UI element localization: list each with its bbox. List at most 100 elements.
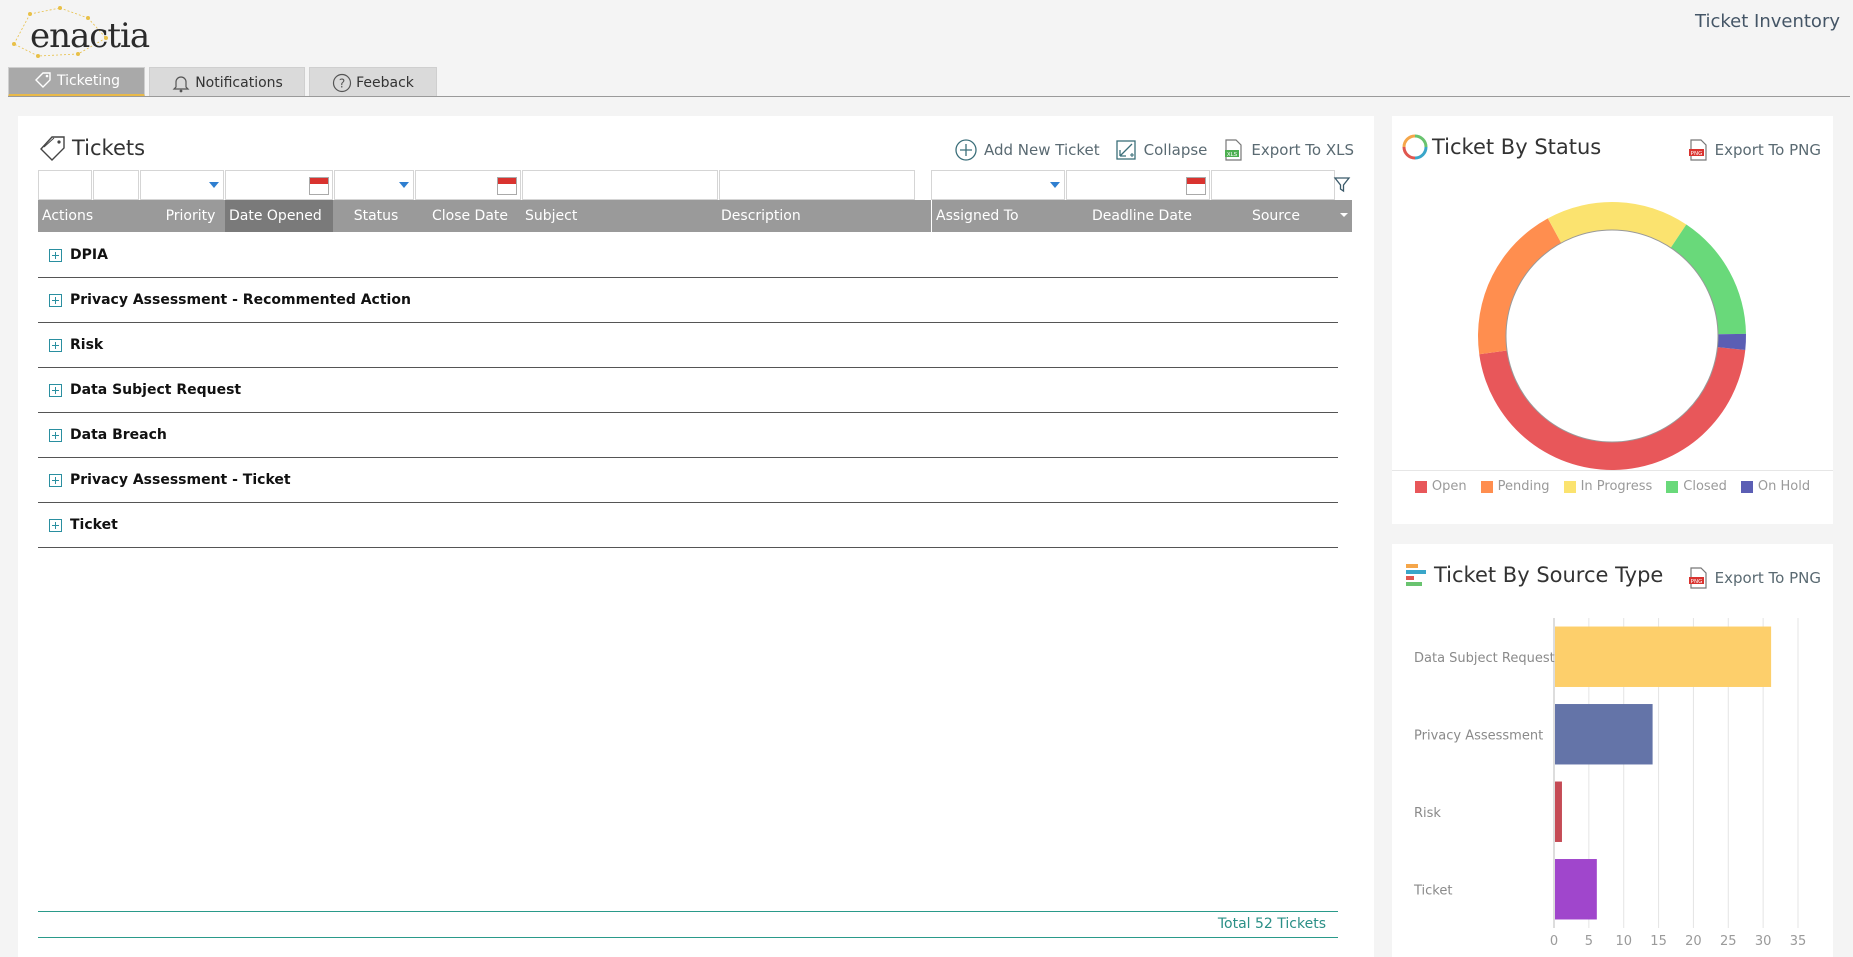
legend-label: On Hold [1757,479,1811,494]
expand-icon[interactable] [49,428,62,442]
group-row-ticket[interactable]: Ticket [38,503,1338,548]
svg-text:?: ? [339,76,345,90]
donut-slice-pending[interactable] [1478,218,1562,355]
help-icon: ? [332,73,352,92]
source-chart-title: Ticket By Source Type [1404,562,1663,588]
column-status[interactable]: Status [333,200,415,232]
export-xls-label: Export To XLS [1251,141,1354,159]
legend-swatch [1563,480,1576,493]
enactia-logo: enactia [8,4,150,58]
main-tabs: Ticketing Notifications ? Feeback [8,67,437,97]
column-header-row: Actions Priority Date Opened Status Clos… [38,200,1352,247]
legend-item-pending[interactable]: Pending [1480,479,1550,494]
expand-icon[interactable] [49,383,62,397]
tabs-divider [8,96,1850,97]
group-label: DPIA [70,247,108,263]
legend-item-on-hold[interactable]: On Hold [1740,479,1811,494]
add-new-ticket-label: Add New Ticket [983,141,1100,159]
bell-icon [172,75,190,92]
x-tick-label: 25 [1720,934,1737,949]
filter-icon[interactable] [1332,175,1352,195]
group-row-privacy-assessment-ticket[interactable]: Privacy Assessment - Ticket [38,458,1338,503]
status-dropdown[interactable] [334,170,414,200]
collapse-icon [1116,140,1136,160]
source-chart-title-text: Ticket By Source Type [1434,563,1664,587]
x-tick-label: 35 [1790,934,1807,949]
column-actions[interactable]: Actions [38,200,152,232]
tab-label: Notifications [195,74,283,91]
description-filter[interactable] [719,170,915,200]
group-label: Ticket [70,517,118,533]
donut-slice-closed[interactable] [1670,224,1746,335]
dropdown-arrow-icon [209,182,219,188]
source-export-png-button[interactable]: PNG Export To PNG [1687,566,1821,590]
priority-filter[interactable] [93,170,139,200]
expand-icon[interactable] [49,473,62,487]
donut-slice-in-progress[interactable] [1547,202,1687,248]
calendar-icon[interactable] [309,177,329,195]
column-date-opened[interactable]: Date Opened [225,200,333,247]
column-description[interactable]: Description [717,200,913,232]
column-close-date[interactable]: Close Date [415,200,521,232]
group-row-data-breach[interactable]: Data Breach [38,413,1338,458]
dropdown-arrow-icon [399,182,409,188]
actions-filter[interactable] [38,170,92,200]
legend-swatch [1480,480,1493,493]
group-row-data-subject-request[interactable]: Data Subject Request [38,368,1338,413]
svg-text:PNG: PNG [1690,579,1702,585]
expand-icon[interactable] [49,338,62,352]
column-date-opened-label: Date Opened [229,208,322,224]
bar-data-subject-request[interactable] [1555,626,1772,687]
expand-icon[interactable] [49,518,62,532]
tickets-title-text: Tickets [72,136,146,160]
column-source[interactable]: Source [1214,200,1334,232]
column-subject[interactable]: Subject [521,200,717,232]
png-file-icon: PNG [1688,567,1707,589]
tab-notifications[interactable]: Notifications [149,67,305,97]
column-menu-icon[interactable] [1340,213,1348,217]
x-tick-label: 20 [1685,934,1702,949]
group-row-privacy-assessment-action[interactable]: Privacy Assessment - Recommented Action [38,278,1338,323]
legend-label: Pending [1497,479,1550,494]
x-tick-label: 0 [1550,934,1558,949]
group-row-dpia[interactable]: DPIA [38,233,1338,278]
legend-swatch [1666,480,1679,493]
close-date-filter[interactable] [415,170,521,200]
group-row-risk[interactable]: Risk [38,323,1338,368]
source-filter[interactable] [1211,170,1335,200]
deadline-date-filter[interactable] [1066,170,1210,200]
source-chart-panel: Ticket By Source Type PNG Export To PNG … [1392,544,1833,957]
tab-ticketing[interactable]: Ticketing [8,67,145,97]
legend-item-closed[interactable]: Closed [1666,479,1727,494]
status-chart-panel: Ticket By Status PNG Export To PNG Open P… [1392,116,1833,524]
tab-feedback[interactable]: ? Feeback [309,67,437,97]
bar-risk[interactable] [1555,781,1562,842]
page-title: Ticket Inventory [1695,11,1840,32]
date-opened-filter[interactable] [225,170,333,200]
calendar-icon[interactable] [497,177,517,195]
subject-filter[interactable] [522,170,718,200]
donut-slice-open[interactable] [1479,347,1746,471]
calendar-icon[interactable] [1186,177,1206,195]
legend-item-in-progress[interactable]: In Progress [1563,479,1652,494]
tab-label: Ticketing [56,73,121,89]
export-xls-button[interactable]: XLS Export To XLS [1221,138,1354,162]
column-priority[interactable]: Priority [152,200,225,232]
assigned-to-dropdown[interactable] [931,170,1065,200]
legend-item-open[interactable]: Open [1414,479,1467,494]
tickets-toolbar: Add New Ticket Collapse XLS Export To XL… [954,138,1354,162]
group-label: Data Breach [70,427,167,443]
expand-icon[interactable] [49,293,62,307]
plus-circle-icon [955,139,977,161]
expand-icon[interactable] [49,248,62,262]
group-label: Risk [70,337,104,353]
add-new-ticket-button[interactable]: Add New Ticket [954,138,1100,162]
xls-file-icon: XLS [1225,139,1243,161]
source-export-label: Export To PNG [1714,569,1821,587]
priority-dropdown[interactable] [140,170,224,200]
bar-ticket[interactable] [1555,859,1597,920]
column-deadline-date[interactable]: Deadline Date [1066,200,1214,232]
column-assigned-to[interactable]: Assigned To [931,200,1066,232]
collapse-button[interactable]: Collapse [1114,138,1207,162]
bar-privacy-assessment[interactable] [1555,704,1653,765]
